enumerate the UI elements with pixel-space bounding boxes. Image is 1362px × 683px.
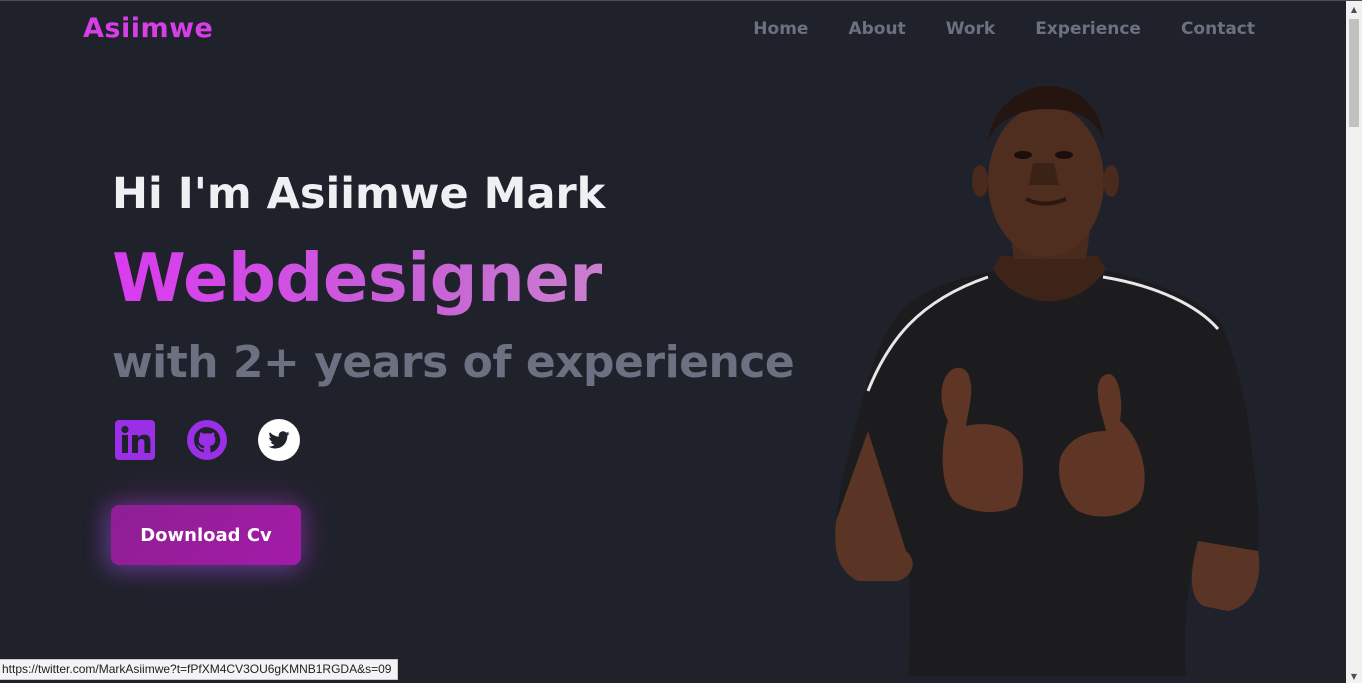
page: Asiimwe Home About Work Experience Conta… [0,0,1362,683]
nav-home[interactable]: Home [753,19,808,39]
main-nav: Home About Work Experience Contact [753,19,1255,39]
twitter-icon[interactable] [258,419,300,461]
profile-photo [835,86,1260,676]
hero-subtitle: with 2+ years of experience [112,337,795,388]
site-logo[interactable]: Asiimwe [83,13,213,44]
hero-role: Webdesigner [112,239,602,317]
nav-work[interactable]: Work [946,19,996,39]
social-links [114,419,300,461]
linkedin-icon[interactable] [114,419,156,461]
nav-experience[interactable]: Experience [1035,19,1141,39]
download-cv-button[interactable]: Download Cv [111,505,301,565]
vertical-scrollbar[interactable]: ▲ ▼ [1346,1,1362,683]
scroll-thumb[interactable] [1349,19,1359,127]
github-icon[interactable] [186,419,228,461]
scroll-down-arrow-icon[interactable]: ▼ [1346,668,1362,683]
nav-about[interactable]: About [848,19,905,39]
scroll-up-arrow-icon[interactable]: ▲ [1346,1,1362,17]
nav-contact[interactable]: Contact [1181,19,1255,39]
hero-greeting: Hi I'm Asiimwe Mark [112,169,606,219]
status-bar-url: https://twitter.com/MarkAsiimwe?t=fPfXM4… [0,659,399,680]
